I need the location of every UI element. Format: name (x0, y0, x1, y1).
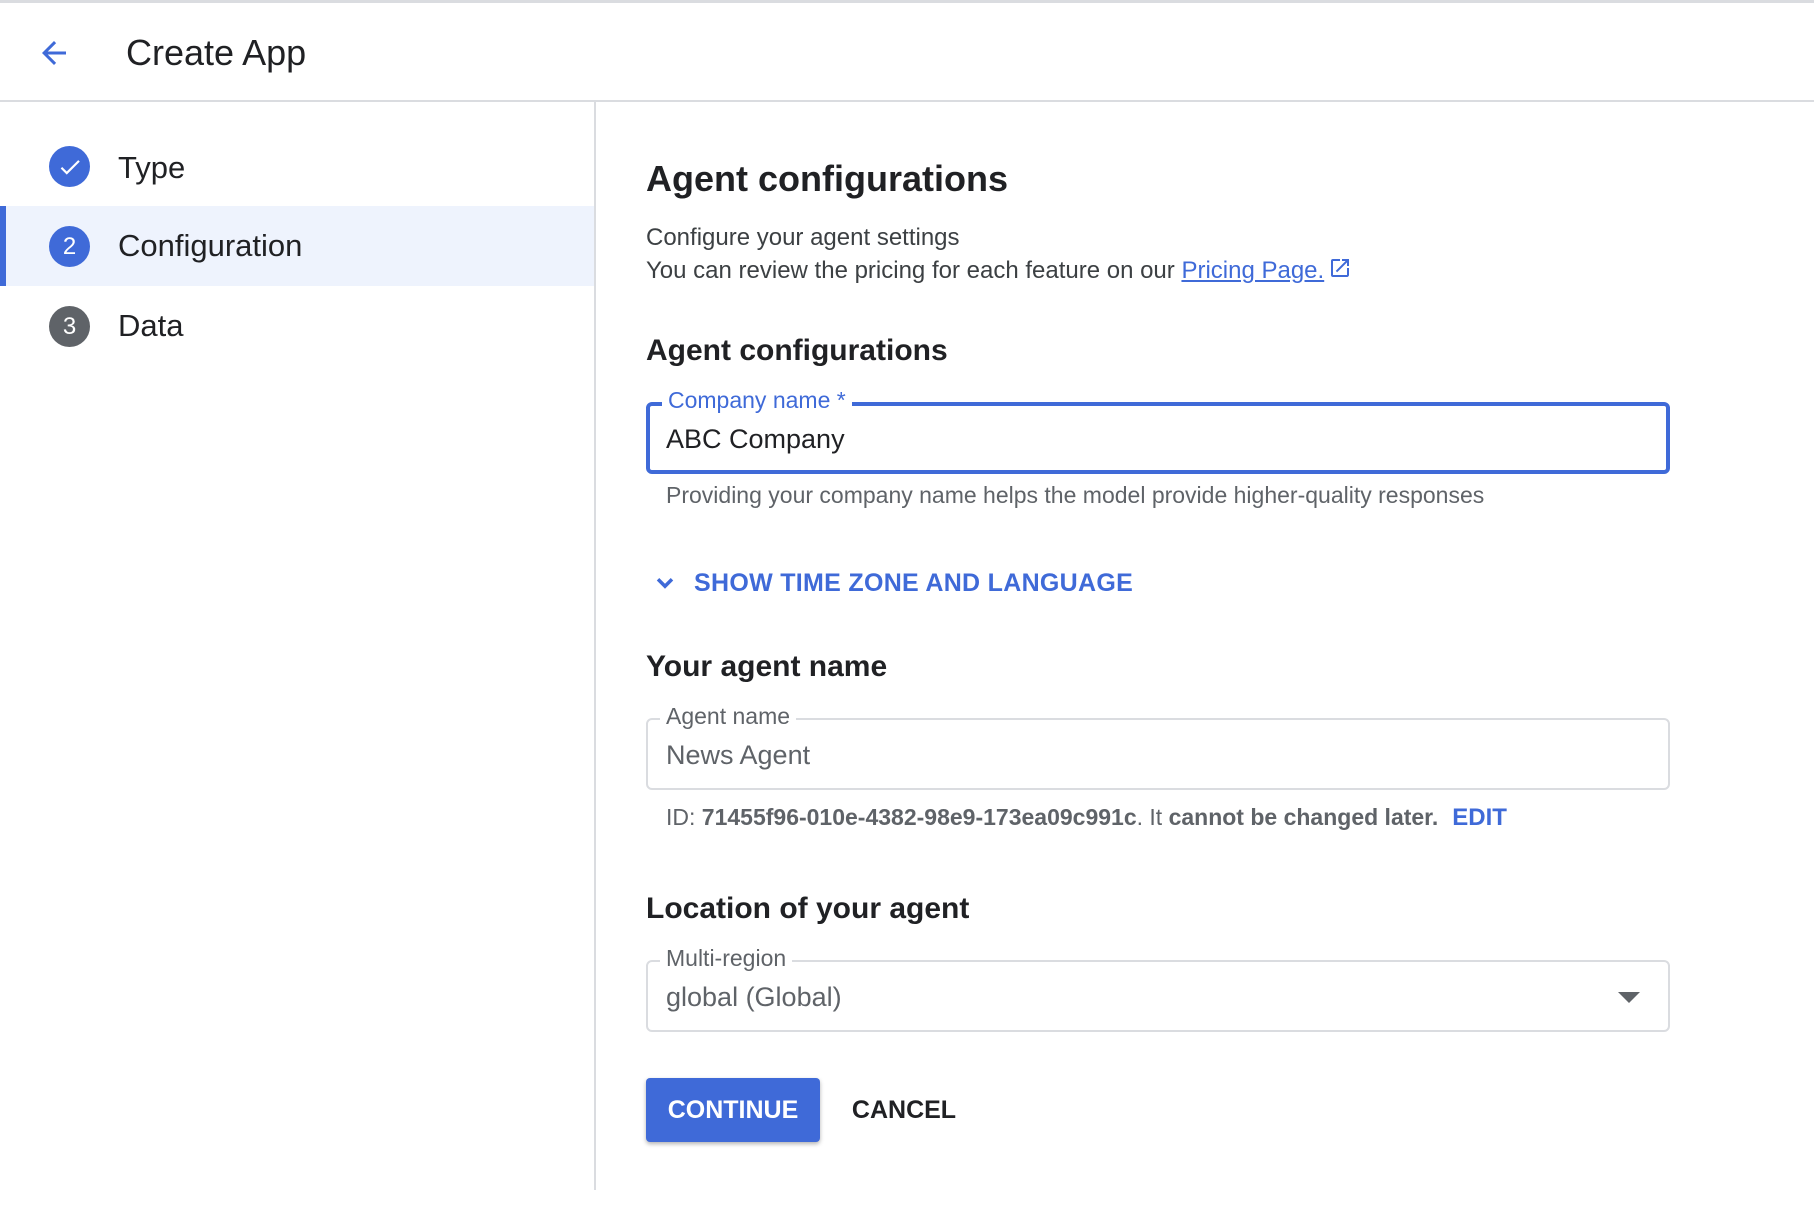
main-content: Agent configurations Configure your agen… (646, 102, 1746, 1190)
multi-region-label: Multi-region (660, 945, 793, 972)
open-in-new-icon[interactable] (1328, 256, 1352, 287)
agent-name-field[interactable]: Agent name (646, 703, 1670, 790)
app-header: Create App (0, 3, 1814, 102)
step-number-badge: 3 (49, 306, 90, 347)
dropdown-arrow-icon[interactable] (1618, 992, 1640, 1003)
toggle-label: SHOW TIME ZONE AND LANGUAGE (694, 568, 1134, 597)
step-label-type: Type (118, 150, 186, 185)
multi-region-value: global (Global) (666, 982, 842, 1012)
page-title: Create App (126, 32, 307, 73)
section-title: Agent configurations (646, 158, 1008, 199)
agent-name-input[interactable] (666, 740, 1606, 771)
pricing-page-link[interactable]: Pricing Page. (1181, 257, 1324, 284)
agent-name-label: Agent name (660, 703, 797, 730)
step-configuration[interactable]: 2 Configuration (0, 206, 594, 286)
back-button[interactable] (22, 25, 86, 81)
check-circle-icon (49, 146, 90, 187)
stepper-sidebar: Type 2 Configuration 3 Data (0, 102, 596, 1190)
step-data[interactable]: 3 Data (0, 286, 594, 366)
multi-region-select[interactable]: Multi-region global (Global) (646, 945, 1670, 1032)
step-label-configuration: Configuration (118, 228, 303, 263)
pricing-description: You can review the pricing for each feat… (646, 256, 1352, 287)
agent-id-value: 71455f96-010e-4382-98e9-173ea09c991c (701, 804, 1137, 830)
step-label-data: Data (118, 308, 184, 343)
agent-id-mid: . It (1136, 804, 1169, 830)
continue-button[interactable]: CONTINUE (646, 1078, 820, 1142)
chevron-down-icon (656, 578, 674, 589)
agent-id-prefix: ID: (666, 804, 702, 830)
cancel-button[interactable]: CANCEL (844, 1078, 964, 1142)
agent-name-heading: Your agent name (646, 650, 888, 683)
edit-id-button[interactable]: EDIT (1452, 804, 1507, 831)
location-heading: Location of your agent (646, 892, 970, 925)
show-timezone-language-toggle[interactable]: SHOW TIME ZONE AND LANGUAGE (650, 568, 1133, 598)
step-type[interactable]: Type (0, 126, 594, 206)
arrow-back-icon (42, 41, 66, 65)
agent-id-line: ID: 71455f96-010e-4382-98e9-173ea09c991c… (666, 804, 1507, 832)
description-line: Configure your agent settings (646, 224, 960, 251)
step-number-badge: 2 (49, 226, 90, 267)
company-name-label: Company name * (662, 387, 852, 414)
pricing-description-text: You can review the pricing for each feat… (646, 256, 1182, 284)
company-name-input[interactable] (666, 424, 1606, 455)
company-name-hint: Providing your company name helps the mo… (666, 482, 1485, 508)
company-name-field[interactable]: Company name * (646, 387, 1670, 474)
config-heading: Agent configurations (646, 334, 948, 367)
agent-id-warning: cannot be changed later. (1168, 804, 1439, 830)
